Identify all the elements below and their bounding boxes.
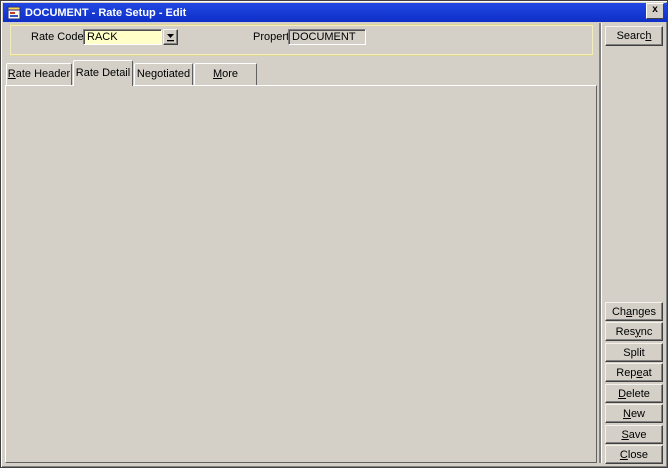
rate-code-input[interactable] [83, 29, 162, 45]
content-panel [5, 85, 597, 463]
rate-setup-window: DOCUMENT - Rate Setup - Edit x Rate Code… [0, 0, 668, 468]
resync-button[interactable]: Resync [605, 322, 663, 341]
rate-code-label: Rate Code [31, 30, 84, 45]
dropdown-icon [166, 33, 175, 42]
new-button[interactable]: New [605, 404, 663, 423]
tab-rate-detail[interactable]: Rate Detail [73, 60, 133, 86]
repeat-button[interactable]: Repeat [605, 363, 663, 382]
window-icon [7, 6, 21, 20]
save-button[interactable]: Save [605, 425, 663, 444]
tab-rate-header[interactable]: Rate Header [6, 63, 72, 85]
close-window-button[interactable]: x [646, 3, 664, 19]
search-button[interactable]: Search [605, 26, 663, 46]
window-title: DOCUMENT - Rate Setup - Edit [25, 7, 186, 19]
panel-divider [599, 23, 602, 463]
tab-negotiated[interactable]: Negotiated [134, 63, 193, 85]
close-icon: x [652, 4, 658, 15]
title-bar[interactable]: DOCUMENT - Rate Setup - Edit [3, 3, 667, 22]
property-field [288, 29, 366, 45]
close-button[interactable]: Close [605, 445, 663, 464]
delete-button[interactable]: Delete [605, 384, 663, 403]
rate-code-lov-button[interactable] [163, 29, 178, 45]
changes-button[interactable]: Changes [605, 302, 663, 321]
tab-more[interactable]: More [194, 63, 257, 85]
split-button[interactable]: Split [605, 343, 663, 362]
